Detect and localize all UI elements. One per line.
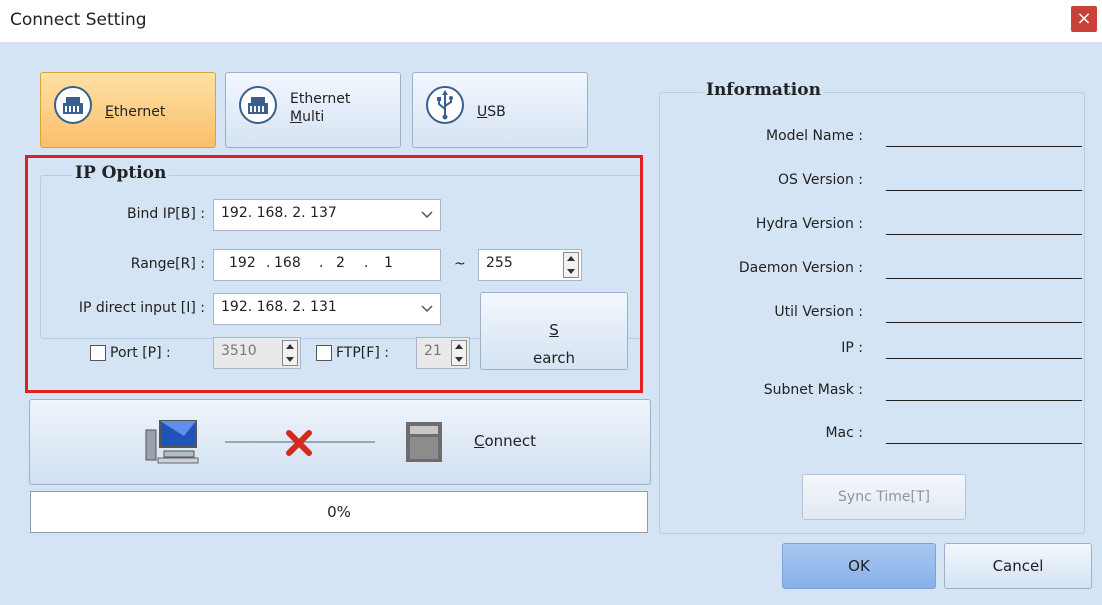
connect-button[interactable]: Connect [29, 399, 651, 485]
device-icon [406, 422, 442, 462]
sync-time-button[interactable]: Sync Time[T] [802, 474, 966, 520]
close-button[interactable]: × [1071, 6, 1097, 32]
progress-bar: 0% [30, 491, 648, 533]
subnet-mask-label: Subnet Mask : [763, 382, 863, 398]
ethernet-multi-label: Ethernet Multi [290, 91, 351, 125]
hydra-version-value [886, 234, 1082, 235]
ip-option-highlight-box [25, 155, 643, 393]
mac-value [886, 443, 1082, 444]
ethernet-button[interactable]: Ethernet [40, 72, 216, 148]
ip-label: IP : [841, 340, 863, 356]
connect-label: Connect [474, 432, 537, 450]
os-version-label: OS Version : [777, 172, 863, 188]
window-title: Connect Setting [10, 10, 147, 30]
progress-text: 0% [327, 503, 351, 521]
ethernet-label: Ethernet [105, 104, 166, 120]
model-name-value [886, 146, 1082, 147]
ip-value [886, 358, 1082, 359]
usb-button[interactable]: USB [412, 72, 588, 148]
daemon-version-label: Daemon Version : [738, 260, 863, 276]
hydra-version-label: Hydra Version : [755, 216, 863, 232]
os-version-value [886, 190, 1082, 191]
mac-label: Mac : [825, 425, 863, 441]
daemon-version-value [886, 278, 1082, 279]
ok-button[interactable]: OK [782, 543, 936, 589]
computer-icon [145, 420, 199, 464]
util-version-value [886, 322, 1082, 323]
ethernet-icon [54, 86, 92, 124]
title-bar: Connect Setting × [0, 0, 1102, 42]
ethernet-multi-icon [239, 86, 277, 124]
usb-label: USB [477, 104, 506, 120]
disconnected-x-icon [286, 430, 312, 456]
ethernet-multi-button[interactable]: Ethernet Multi [225, 72, 401, 148]
usb-icon [426, 86, 464, 124]
cancel-button[interactable]: Cancel [944, 543, 1092, 589]
model-name-label: Model Name : [766, 128, 863, 144]
util-version-label: Util Version : [774, 304, 863, 320]
information-title: Information [703, 80, 824, 100]
subnet-mask-value [886, 400, 1082, 401]
